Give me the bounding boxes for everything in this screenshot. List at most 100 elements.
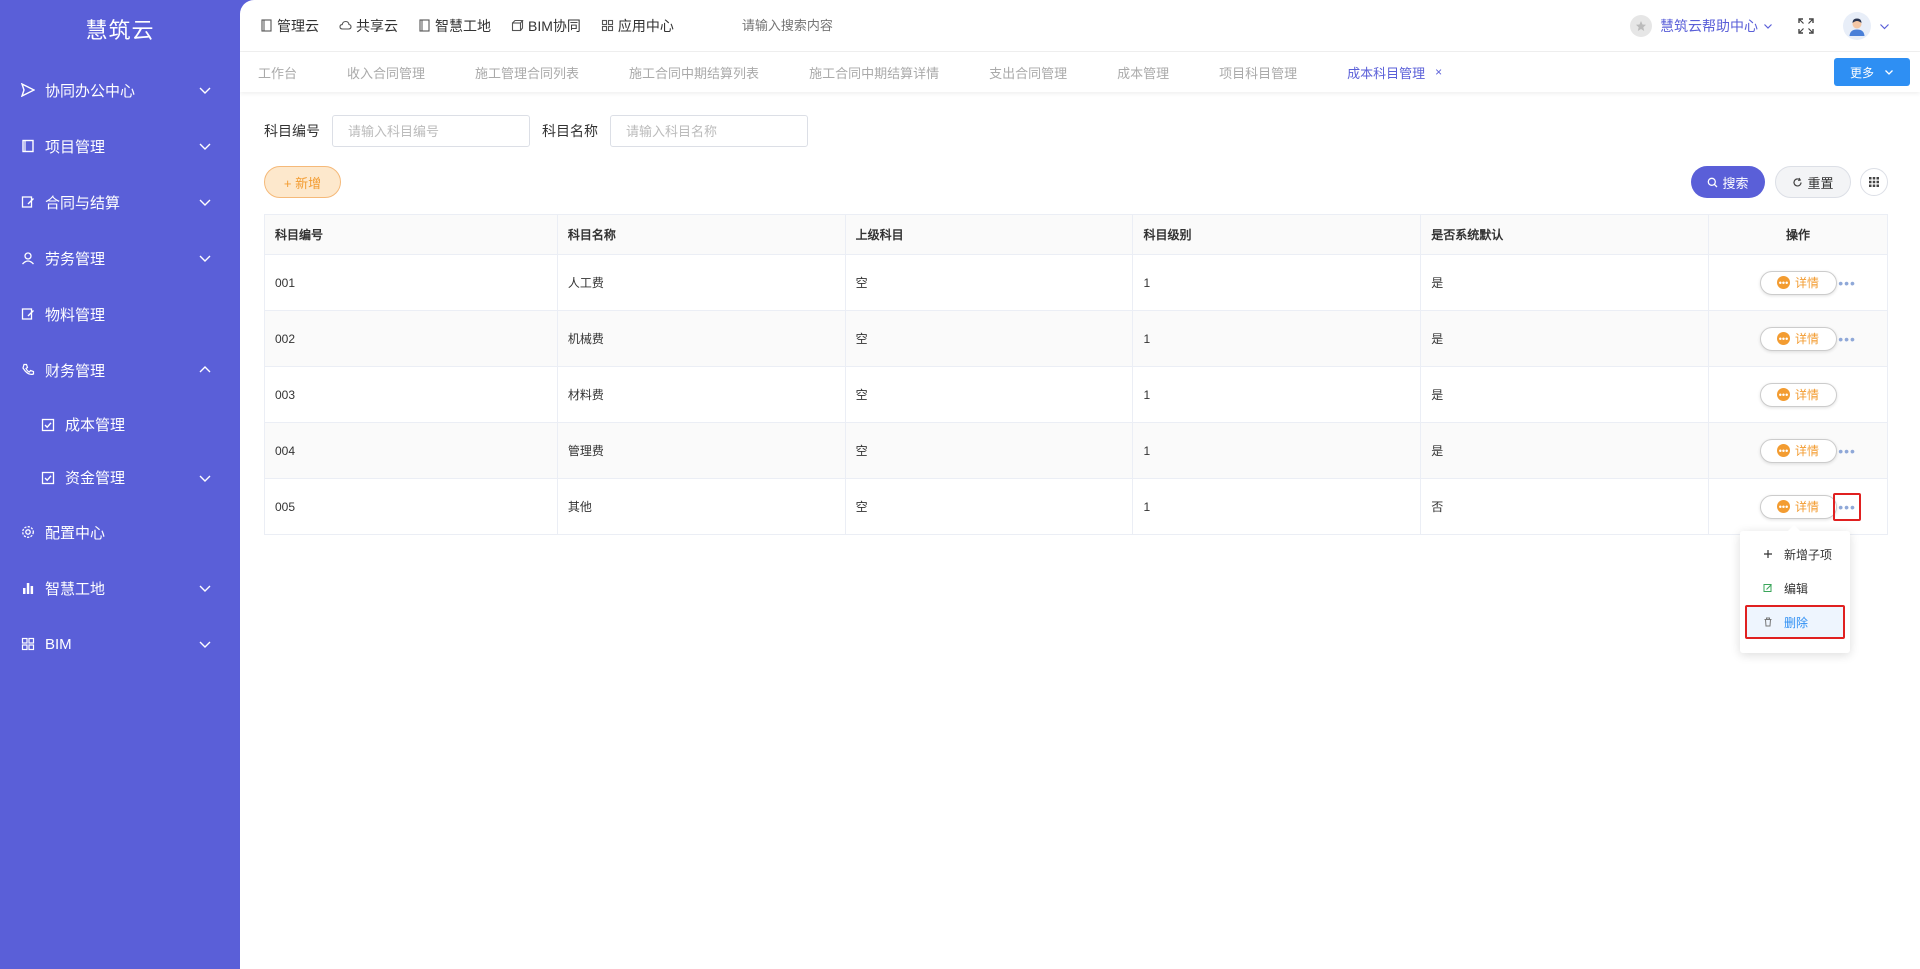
menu-item-add-child[interactable]: 新增子项 <box>1740 537 1850 571</box>
menu-item-delete[interactable]: 删除 <box>1745 605 1845 639</box>
sidebar-item-label: 合同与结算 <box>45 194 121 212</box>
column-settings-button[interactable] <box>1860 168 1888 196</box>
tab-income-contract[interactable]: 收入合同管理 <box>347 63 425 82</box>
detail-button[interactable]: ••• 详情 <box>1759 438 1837 463</box>
cost-subject-table: 科目编号 科目名称 上级科目 科目级别 是否系统默认 操作 001 人工费 空 … <box>264 214 1888 535</box>
top-link-label: 共享云 <box>356 17 398 34</box>
tab-label: 项目科目管理 <box>1219 65 1298 81</box>
more-actions-button[interactable]: ••• <box>1833 437 1861 465</box>
add-button[interactable]: + 新增 <box>264 166 341 198</box>
sidebar-item-config-center[interactable]: 配置中心 <box>0 504 240 560</box>
tab-interim-settlement-list[interactable]: 施工合同中期结算列表 <box>629 63 759 82</box>
sidebar-item-label: 协同办公中心 <box>45 82 136 100</box>
book-icon <box>20 138 36 154</box>
cell-level: 1 <box>1132 478 1422 535</box>
more-actions-button[interactable]: ••• <box>1833 325 1861 353</box>
tab-label: 施工合同中期结算列表 <box>629 65 760 81</box>
detail-button-label: 详情 <box>1795 388 1820 402</box>
table-row: 004 管理费 空 1 是 ••• 详情 ••• <box>264 422 1888 479</box>
sidebar-item-label: 财务管理 <box>45 362 106 380</box>
menu-item-label: 新增子项 <box>1784 547 1833 562</box>
sidebar-item-label: BIM <box>45 635 72 653</box>
chevron-up-icon <box>198 363 212 377</box>
sidebar-item-contract-settlement[interactable]: 合同与结算 <box>0 174 240 230</box>
top-link-label: BIM协同 <box>528 17 581 34</box>
cell-name: 人工费 <box>556 254 846 311</box>
cell-default: 否 <box>1420 478 1710 535</box>
column-grid-icon <box>1868 176 1880 188</box>
sidebar-item-label: 项目管理 <box>45 138 106 156</box>
tab-label: 成本管理 <box>1117 65 1170 81</box>
help-logo-icon <box>1630 15 1652 37</box>
top-link-shared-cloud[interactable]: 共享云 <box>339 16 398 36</box>
top-link-bim-collab[interactable]: BIM协同 <box>511 16 581 36</box>
cell-default: 是 <box>1420 366 1710 423</box>
tab-cost-mgmt[interactable]: 成本管理 <box>1117 63 1169 82</box>
detail-button[interactable]: ••• 详情 <box>1759 270 1837 295</box>
cell-name: 管理费 <box>556 422 846 479</box>
sidebar-item-bim[interactable]: BIM <box>0 616 240 672</box>
sidebar-item-finance-mgmt[interactable]: 财务管理 <box>0 342 240 398</box>
cell-parent: 空 <box>844 422 1134 479</box>
avatar[interactable] <box>1843 12 1871 40</box>
sidebar-item-label: 资金管理 <box>65 470 126 487</box>
checkbox-icon <box>40 470 56 486</box>
tab-construction-contract-list[interactable]: 施工管理合同列表 <box>475 63 579 82</box>
top-link-label: 应用中心 <box>617 17 674 34</box>
column-header: 科目编号 <box>264 214 558 255</box>
detail-button[interactable]: ••• 详情 <box>1759 382 1837 407</box>
top-link-smart-site[interactable]: 智慧工地 <box>418 16 491 36</box>
sidebar-item-collab-office[interactable]: 协同办公中心 <box>0 62 240 118</box>
cell-name: 其他 <box>556 478 846 535</box>
sidebar: 慧筑云 协同办公中心 项目管理 合同与结算 劳务管理 物料管理 财务管理 成本管… <box>0 0 240 969</box>
detail-button[interactable]: ••• 详情 <box>1759 326 1837 351</box>
chevron-down-icon <box>198 83 212 97</box>
tab-label: 成本科目管理 <box>1347 65 1426 81</box>
tab-label: 施工合同中期结算详情 <box>809 65 940 81</box>
detail-button[interactable]: ••• 详情 <box>1759 494 1837 519</box>
menu-item-label: 删除 <box>1784 615 1809 630</box>
subject-code-input[interactable] <box>332 115 530 147</box>
tab-project-subject-mgmt[interactable]: 项目科目管理 <box>1219 63 1297 82</box>
subject-name-input[interactable] <box>610 115 808 147</box>
chevron-down-icon[interactable] <box>1879 21 1890 32</box>
cell-parent: 空 <box>844 366 1134 423</box>
column-header: 操作 <box>1708 214 1888 255</box>
fullscreen-icon[interactable] <box>1797 17 1815 35</box>
more-circle-icon: ••• <box>1777 500 1791 513</box>
cell-code: 001 <box>264 254 558 311</box>
more-tabs-label: 更多 <box>1849 65 1874 80</box>
chevron-down-icon <box>198 471 212 485</box>
chevron-down-icon <box>198 251 212 265</box>
detail-button-label: 详情 <box>1795 500 1820 514</box>
reset-button[interactable]: 重置 <box>1775 166 1851 198</box>
sidebar-item-fund-mgmt[interactable]: 资金管理 <box>0 451 240 504</box>
sidebar-item-project-mgmt[interactable]: 项目管理 <box>0 118 240 174</box>
sidebar-item-smart-site[interactable]: 智慧工地 <box>0 560 240 616</box>
help-center-link[interactable]: 慧筑云帮助中心 <box>1630 15 1773 37</box>
top-link-management-cloud[interactable]: 管理云 <box>260 16 319 36</box>
book-icon <box>418 19 431 32</box>
tab-workbench[interactable]: 工作台 <box>258 63 297 82</box>
cell-code: 005 <box>264 478 558 535</box>
cell-code: 002 <box>264 310 558 367</box>
cell-actions: ••• 详情 ••• <box>1708 422 1888 479</box>
page-tabs-bar: 工作台 收入合同管理 施工管理合同列表 施工合同中期结算列表 施工合同中期结算详… <box>240 52 1920 92</box>
more-actions-button[interactable]: ••• <box>1833 269 1861 297</box>
menu-item-edit[interactable]: 编辑 <box>1740 571 1850 605</box>
top-link-app-center[interactable]: 应用中心 <box>601 16 674 36</box>
sidebar-item-cost-mgmt[interactable]: 成本管理 <box>0 398 240 451</box>
tab-interim-settlement-detail[interactable]: 施工合同中期结算详情 <box>809 63 939 82</box>
more-tabs-button[interactable]: 更多 <box>1834 58 1910 86</box>
search-button[interactable]: 搜索 <box>1691 166 1765 198</box>
tab-expense-contract[interactable]: 支出合同管理 <box>989 63 1067 82</box>
sidebar-item-material-mgmt[interactable]: 物料管理 <box>0 286 240 342</box>
sidebar-item-labor-mgmt[interactable]: 劳务管理 <box>0 230 240 286</box>
column-header: 是否系统默认 <box>1420 214 1710 255</box>
close-icon[interactable]: × <box>1435 65 1442 79</box>
cell-level: 1 <box>1132 254 1422 311</box>
more-actions-button[interactable]: ••• <box>1833 492 1862 521</box>
tab-cost-subject-mgmt[interactable]: 成本科目管理 × <box>1347 63 1442 82</box>
global-search-input[interactable] <box>741 18 942 33</box>
book-icon <box>260 19 273 32</box>
